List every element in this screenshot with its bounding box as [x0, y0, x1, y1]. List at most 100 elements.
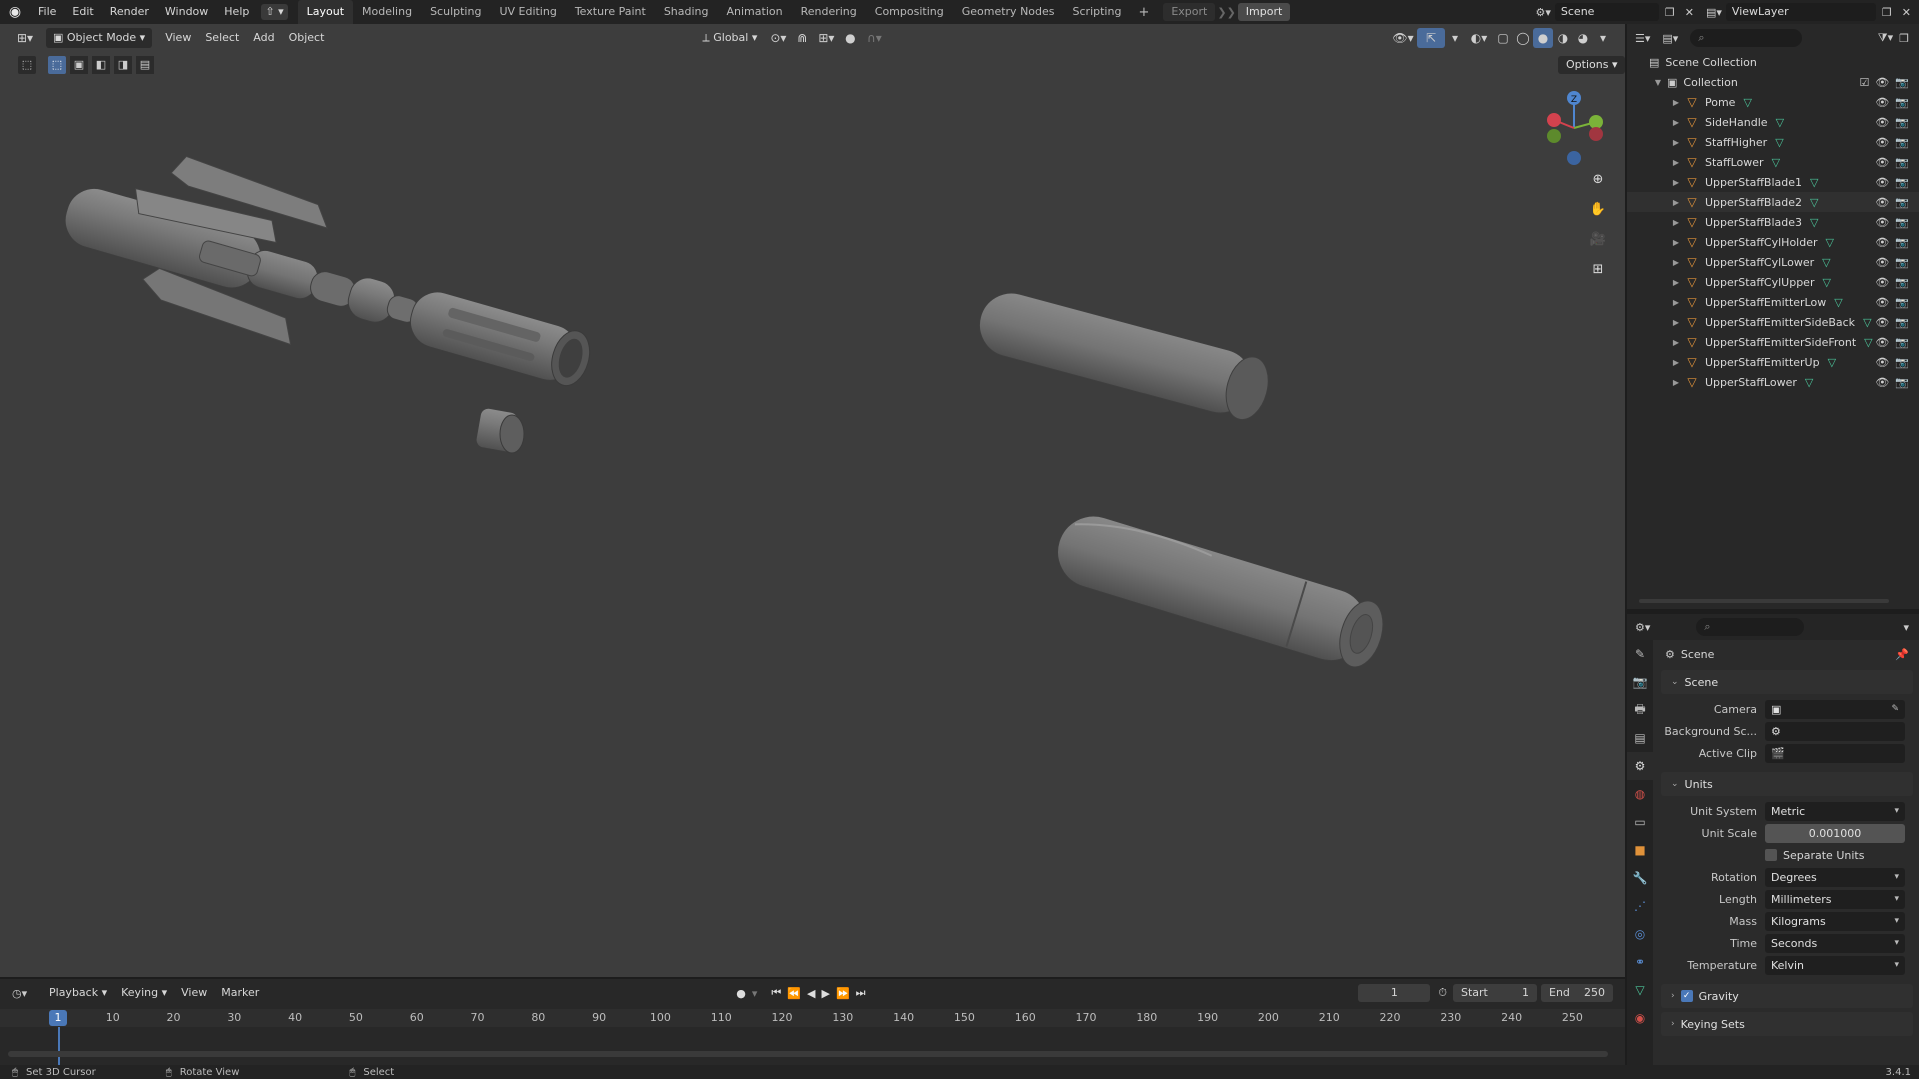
- visibility-eye-icon[interactable]: 👁: [1875, 196, 1889, 209]
- expand-arrow-icon[interactable]: ▶: [1671, 378, 1681, 387]
- start-frame-field[interactable]: Start 1: [1453, 984, 1537, 1002]
- collection-tab-icon[interactable]: ▭: [1627, 808, 1653, 836]
- properties-editor-icon[interactable]: ⚙▾: [1635, 621, 1650, 634]
- material-shading-icon[interactable]: ◑: [1553, 28, 1573, 48]
- render-camera-icon[interactable]: 📷: [1895, 316, 1909, 329]
- render-tab-icon[interactable]: 📷: [1627, 668, 1653, 696]
- visibility-eye-icon[interactable]: 👁: [1875, 216, 1889, 229]
- menu-marker[interactable]: Marker: [214, 983, 266, 1003]
- mesh-data-icon[interactable]: ▽: [1822, 276, 1830, 289]
- material-tab-icon[interactable]: ◉: [1627, 1004, 1653, 1032]
- menu-file[interactable]: File: [30, 0, 64, 24]
- pan-hand-icon[interactable]: ✋: [1587, 202, 1609, 222]
- keying-sets-panel-header[interactable]: › Keying Sets: [1661, 1012, 1913, 1036]
- render-camera-icon[interactable]: 📷: [1895, 296, 1909, 309]
- 3d-viewport[interactable]: [0, 24, 1625, 977]
- visibility-icon[interactable]: 👁▾: [1389, 28, 1417, 48]
- menu-timeline-view[interactable]: View: [174, 983, 214, 1003]
- units-panel-header[interactable]: ⌄ Units: [1661, 772, 1913, 796]
- mesh-data-icon[interactable]: ▽: [1834, 296, 1842, 309]
- render-camera-icon[interactable]: 📷: [1895, 216, 1909, 229]
- visibility-eye-icon[interactable]: 👁: [1875, 276, 1889, 289]
- play-reverse-icon[interactable]: ◀: [807, 987, 815, 1000]
- falloff-icon[interactable]: ∩▾: [860, 28, 888, 48]
- outliner-scrollbar[interactable]: [1639, 599, 1889, 603]
- render-camera-icon[interactable]: 📷: [1895, 236, 1909, 249]
- menu-window[interactable]: Window: [157, 0, 216, 24]
- staff-handle-mesh[interactable]: [1049, 507, 1391, 674]
- menu-help[interactable]: Help: [216, 0, 257, 24]
- outliner-object-row[interactable]: ▶ ▽ SideHandle ▽ 👁 📷: [1627, 112, 1919, 132]
- camera-view-icon[interactable]: 🎥: [1587, 232, 1609, 252]
- view-layer-icon[interactable]: ▤▾: [1702, 6, 1726, 19]
- visibility-eye-icon[interactable]: 👁: [1875, 136, 1889, 149]
- blender-logo-icon[interactable]: ◉: [0, 4, 30, 20]
- menu-select[interactable]: Select: [198, 28, 246, 48]
- proportional-edit-icon[interactable]: ●: [840, 28, 860, 48]
- scene-selector[interactable]: Scene: [1554, 3, 1659, 21]
- mesh-data-icon[interactable]: ▽: [1822, 256, 1830, 269]
- view-layer-tab-icon[interactable]: ▤: [1627, 724, 1653, 752]
- scene-panel-header[interactable]: ⌄ Scene: [1661, 670, 1913, 694]
- select-intersect-icon[interactable]: ▤: [136, 56, 154, 74]
- playhead-frame[interactable]: 1: [49, 1010, 67, 1026]
- pin-icon[interactable]: 📌: [1895, 648, 1909, 661]
- menu-edit[interactable]: Edit: [64, 0, 101, 24]
- mesh-data-icon[interactable]: ▽: [1828, 356, 1836, 369]
- gizmo-y-axis[interactable]: [1589, 115, 1603, 129]
- filter-icon[interactable]: ⧩▾: [1878, 31, 1893, 45]
- options-button[interactable]: Options ▾: [1558, 56, 1626, 74]
- select-new-icon[interactable]: ⬚: [48, 56, 66, 74]
- outliner-object-row[interactable]: ▶ ▽ UpperStaffCylLower ▽ 👁 📷: [1627, 252, 1919, 272]
- mesh-data-icon[interactable]: ▽: [1810, 196, 1818, 209]
- length-select[interactable]: Millimeters ▾: [1765, 889, 1905, 909]
- frame-ruler[interactable]: 10 20 30 40 50 60 70 80 90 100 110 120 130 140 150 160 1…: [0, 1009, 1625, 1027]
- tab-shading[interactable]: Shading: [655, 0, 718, 24]
- export-button[interactable]: Export: [1163, 3, 1216, 21]
- tab-animation[interactable]: Animation: [718, 0, 792, 24]
- eyedropper-icon[interactable]: ✎: [1891, 700, 1899, 719]
- collection-expand-icon[interactable]: ▼: [1653, 78, 1663, 87]
- gravity-checkbox[interactable]: ✓: [1680, 990, 1693, 1002]
- expand-arrow-icon[interactable]: ▶: [1671, 218, 1681, 227]
- collection-row[interactable]: ▼ ▣ Collection ☑ 👁 📷: [1627, 72, 1919, 92]
- camera-field[interactable]: ▣ ✎: [1765, 699, 1905, 719]
- import-button[interactable]: Import: [1237, 3, 1291, 21]
- tool-tab-icon[interactable]: ✎: [1627, 640, 1653, 668]
- view-layer-selector[interactable]: ViewLayer: [1725, 3, 1876, 21]
- physics-tab-icon[interactable]: ◎: [1627, 920, 1653, 948]
- display-mode-icon[interactable]: ▤▾: [1662, 32, 1678, 45]
- tab-uv-editing[interactable]: UV Editing: [490, 0, 565, 24]
- solid-shading-icon[interactable]: ●: [1533, 28, 1553, 48]
- select-invert-icon[interactable]: ◨: [114, 56, 132, 74]
- object-tab-icon[interactable]: ■: [1627, 836, 1653, 864]
- gizmo-neg-z-axis[interactable]: [1567, 151, 1581, 165]
- wireframe-shading-icon[interactable]: ◯: [1513, 28, 1533, 48]
- tab-layout[interactable]: Layout: [297, 0, 354, 24]
- properties-options-icon[interactable]: ▾: [1903, 621, 1909, 634]
- small-ring-mesh[interactable]: [475, 407, 525, 454]
- tab-rendering[interactable]: Rendering: [792, 0, 866, 24]
- gravity-panel-header[interactable]: › ✓ Gravity: [1661, 984, 1913, 1008]
- select-subtract-icon[interactable]: ◧: [92, 56, 110, 74]
- expand-arrow-icon[interactable]: ▶: [1671, 98, 1681, 107]
- viewport-scene[interactable]: [0, 24, 1625, 977]
- current-frame-field[interactable]: 1: [1358, 984, 1431, 1002]
- mesh-data-icon[interactable]: ▽: [1810, 176, 1818, 189]
- shading-options-icon[interactable]: ▾: [1593, 28, 1613, 48]
- upload-icon[interactable]: ⇧ ▾: [261, 4, 288, 20]
- expand-arrow-icon[interactable]: ▶: [1671, 118, 1681, 127]
- snap-target-icon[interactable]: ⊞▾: [812, 28, 840, 48]
- render-camera-icon[interactable]: 📷: [1895, 136, 1909, 149]
- mass-select[interactable]: Kilograms ▾: [1765, 911, 1905, 931]
- outliner-object-row[interactable]: ▶ ▽ UpperStaffBlade1 ▽ 👁 📷: [1627, 172, 1919, 192]
- menu-keying[interactable]: Keying ▾: [114, 983, 174, 1003]
- staff-cylinder-mesh[interactable]: [972, 286, 1274, 424]
- render-camera-icon[interactable]: 📷: [1895, 96, 1909, 109]
- particles-tab-icon[interactable]: ⋰: [1627, 892, 1653, 920]
- mesh-data-icon[interactable]: ▽: [1805, 376, 1813, 389]
- expand-arrow-icon[interactable]: ▶: [1671, 158, 1681, 167]
- outliner-object-row[interactable]: ▶ ▽ StaffHigher ▽ 👁 📷: [1627, 132, 1919, 152]
- mesh-data-icon[interactable]: ▽: [1810, 216, 1818, 229]
- temperature-select[interactable]: Kelvin ▾: [1765, 955, 1905, 975]
